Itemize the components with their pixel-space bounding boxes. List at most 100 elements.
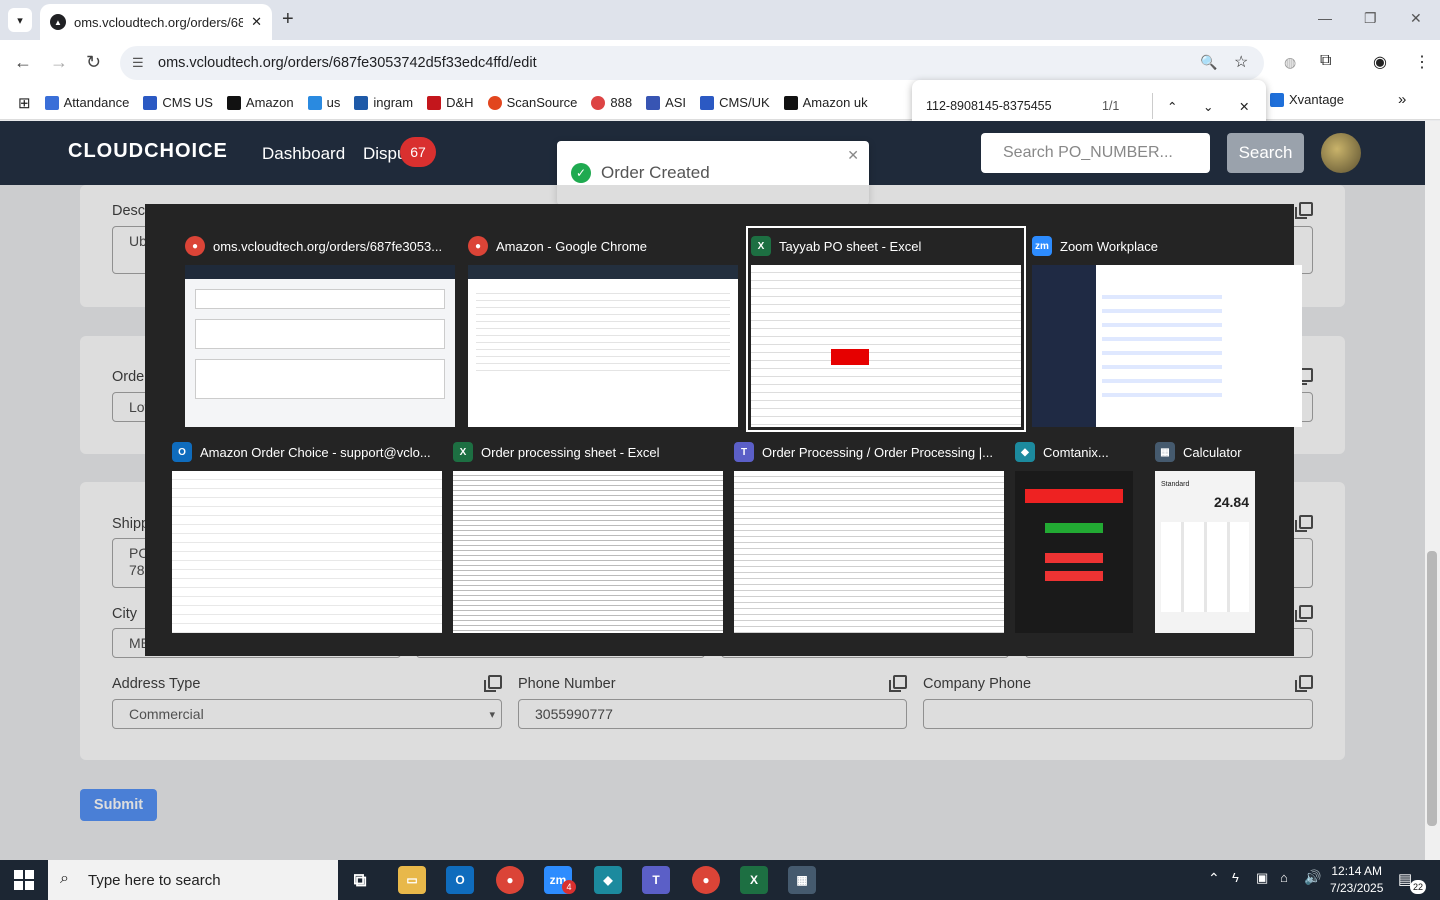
calculator-mode: Standard (1161, 481, 1190, 488)
date: 7/23/2025 (1330, 881, 1384, 895)
window-title: oms.vcloudtech.org/orders/687fe3053... (213, 238, 443, 254)
toast-close-icon[interactable]: ✕ (847, 147, 859, 164)
page-scrollbar[interactable] (1425, 121, 1440, 860)
bookmark-item[interactable]: D&H (427, 95, 474, 110)
bookmark-item[interactable]: CMS US (143, 95, 213, 110)
excel-icon: X (453, 442, 473, 462)
window-title: Zoom Workplace (1060, 238, 1159, 254)
window-title: Order Processing / Order Processing |... (762, 444, 993, 460)
chrome-taskbar-icon[interactable]: ● (692, 866, 720, 894)
find-close-icon[interactable]: ✕ (1239, 99, 1249, 114)
new-tab-button[interactable]: + (282, 8, 294, 31)
window-preview (751, 265, 1021, 427)
po-search-input[interactable]: Search PO_NUMBER... (981, 133, 1210, 173)
bookmark-item[interactable]: ingram (354, 95, 413, 110)
teams-taskbar-icon[interactable]: T (642, 866, 670, 894)
window-preview (1015, 471, 1133, 633)
window-title: Amazon - Google Chrome (496, 238, 648, 254)
window-title: Tayyab PO sheet - Excel (779, 238, 922, 254)
extensions-icon[interactable]: ⧉ (1320, 52, 1331, 70)
avatar[interactable] (1321, 133, 1361, 173)
outlook-icon: O (172, 442, 192, 462)
chevron-up-icon[interactable]: ⌃ (1208, 870, 1220, 887)
notification-count: 22 (1410, 880, 1426, 894)
switcher-window[interactable]: X Order processing sheet - Excel (453, 437, 723, 633)
window-preview (453, 471, 723, 633)
switcher-window[interactable]: T Order Processing / Order Processing |..… (734, 437, 1004, 633)
profile-icon[interactable]: ◉ (1373, 52, 1387, 72)
chrome-icon: ● (468, 236, 488, 256)
calculator-taskbar-icon[interactable]: ▦ (788, 866, 816, 894)
window-title: Comtanix... (1043, 444, 1109, 460)
taskbar-search[interactable]: ⌕ Type here to search (48, 860, 338, 900)
bookmark-item[interactable]: us (307, 95, 340, 110)
restore-button[interactable]: ❐ (1364, 10, 1377, 27)
bookmark-item[interactable]: Xvantage (1270, 92, 1344, 107)
nav-dashboard[interactable]: Dashboard (262, 144, 345, 164)
find-next-icon[interactable]: ⌄ (1203, 99, 1239, 114)
apps-icon[interactable]: ⊞ (18, 94, 31, 112)
browser-tab[interactable]: ▲ oms.vcloudtech.org/orders/687 ✕ (40, 4, 272, 40)
more-bookmarks-icon[interactable]: » (1398, 91, 1406, 108)
calculator-icon: ▦ (1155, 442, 1175, 462)
dispute-count-badge: 67 (400, 137, 436, 167)
logo[interactable]: CLOUDCHOICE (68, 140, 228, 163)
find-input[interactable]: 112-8908145-8375455 (926, 99, 1102, 113)
window-preview: Standard 24.84 (1155, 471, 1255, 633)
menu-icon[interactable]: ⋮ (1414, 52, 1430, 72)
switcher-window[interactable]: ◆ Comtanix... (1015, 437, 1133, 633)
meet-now-icon[interactable]: ▣ (1256, 870, 1268, 886)
chrome-taskbar-icon[interactable]: ● (496, 866, 524, 894)
comtanix-taskbar-icon[interactable]: ◆ (594, 866, 622, 894)
window-preview (468, 265, 738, 427)
bookmark-item[interactable]: ScanSource (487, 95, 577, 110)
window-preview (185, 265, 455, 427)
bookmark-item[interactable]: Amazon (226, 95, 294, 110)
window-preview (1032, 265, 1302, 427)
url-text: oms.vcloudtech.org/orders/687fe3053742d5… (158, 55, 537, 71)
chrome-icon: ● (185, 236, 205, 256)
switcher-window[interactable]: zm Zoom Workplace (1032, 231, 1302, 427)
tray-app-icon[interactable]: ϟ (1232, 870, 1239, 885)
network-icon[interactable]: ⌂ (1280, 870, 1288, 885)
close-tab-icon[interactable]: ✕ (251, 14, 262, 30)
bookmark-item[interactable]: Amazon uk (783, 95, 868, 110)
window-title: Calculator (1183, 444, 1242, 460)
bookmark-item[interactable]: CMS/UK (700, 95, 770, 110)
task-view-icon[interactable]: ⧉ (346, 866, 374, 894)
address-bar[interactable]: ☰ oms.vcloudtech.org/orders/687fe3053742… (120, 46, 1264, 80)
switcher-window[interactable]: ● Amazon - Google Chrome (468, 231, 738, 427)
clock[interactable]: 12:14 AM 7/23/2025 (1330, 863, 1383, 897)
windows-start-icon[interactable] (14, 870, 34, 890)
calculator-display: 24.84 (1213, 494, 1249, 510)
site-info-icon[interactable]: ☰ (132, 55, 144, 71)
reload-button[interactable]: ↻ (86, 52, 101, 73)
site-favicon-icon: ▲ (50, 14, 66, 30)
task-switcher: ● oms.vcloudtech.org/orders/687fe3053... … (145, 204, 1302, 656)
zoom-notification-badge: 4 (562, 880, 576, 894)
find-previous-icon[interactable]: ⌃ (1167, 99, 1203, 114)
find-icon[interactable]: 🔍 (1200, 54, 1217, 71)
bookmark-item[interactable]: Attandance (44, 95, 129, 110)
forward-button[interactable]: → (50, 52, 68, 73)
tab-search-button[interactable]: ▾ (8, 8, 32, 32)
bookmark-item[interactable]: ASI (646, 95, 686, 110)
switcher-window[interactable]: O Amazon Order Choice - support@vclo... (172, 437, 442, 633)
excel-taskbar-icon[interactable]: X (740, 866, 768, 894)
close-window-button[interactable]: ✕ (1410, 10, 1422, 27)
back-button[interactable]: ← (14, 52, 32, 73)
file-explorer-icon[interactable]: ▭ (398, 866, 426, 894)
translate-icon[interactable]: ◍ (1284, 54, 1296, 71)
success-check-icon: ✓ (571, 163, 591, 183)
switcher-window[interactable]: ▦ Calculator Standard 24.84 (1155, 437, 1255, 633)
zoom-icon: zm (1032, 236, 1052, 256)
outlook-taskbar-icon[interactable]: O (446, 866, 474, 894)
search-button[interactable]: Search (1227, 133, 1304, 173)
minimize-button[interactable]: — (1318, 10, 1332, 26)
search-icon: ⌕ (60, 870, 69, 887)
switcher-window-selected[interactable]: X Tayyab PO sheet - Excel (746, 226, 1026, 432)
bookmark-star-icon[interactable]: ☆ (1234, 52, 1248, 72)
switcher-window[interactable]: ● oms.vcloudtech.org/orders/687fe3053... (185, 231, 455, 427)
volume-icon[interactable]: 🔊 (1304, 869, 1321, 886)
bookmark-item[interactable]: 888 (591, 95, 632, 110)
